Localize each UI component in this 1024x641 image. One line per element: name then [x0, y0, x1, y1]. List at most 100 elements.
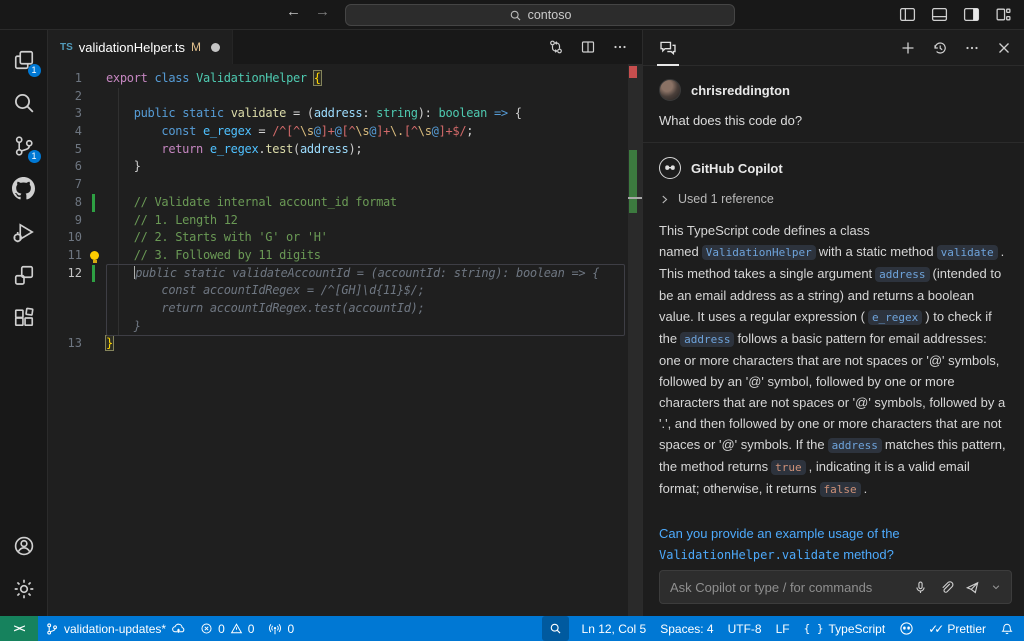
encoding-item[interactable]: UTF-8 [721, 616, 769, 641]
remote-indicator[interactable]: >< [0, 616, 38, 641]
code-line[interactable]: 10 // 2. Starts with 'G' or 'H' [48, 229, 642, 247]
chat-tab[interactable] [655, 30, 681, 66]
bell-icon [1000, 622, 1014, 636]
git-branch-icon [45, 622, 59, 636]
close-icon[interactable] [996, 40, 1012, 56]
line-number: 13 [48, 335, 88, 353]
line-number: 9 [48, 212, 88, 230]
copilot-icon [899, 621, 914, 636]
problems-item[interactable]: 0 0 [193, 616, 261, 641]
more-actions-icon[interactable] [964, 40, 980, 56]
activity-run-debug[interactable] [0, 210, 48, 253]
send-icon[interactable] [965, 580, 980, 595]
attach-icon[interactable] [939, 580, 954, 595]
indentation-item[interactable]: Spaces: 4 [653, 616, 720, 641]
code-line[interactable]: 8 // Validate internal account_id format [48, 194, 642, 212]
code-line[interactable]: const accountIdRegex = /^[GH]\d{11}$/; [48, 282, 642, 300]
line-number: 8 [48, 194, 88, 212]
customize-layout-icon[interactable] [995, 6, 1012, 23]
back-button[interactable]: ← [286, 3, 301, 20]
comment-discussion-icon [659, 39, 677, 57]
line-number: 10 [48, 229, 88, 247]
search-icon [12, 91, 36, 115]
line-number [48, 318, 88, 336]
code-line[interactable]: 12 public static validateAccountId = (ac… [48, 265, 642, 283]
error-icon [200, 622, 213, 635]
copilot-status-item[interactable] [892, 616, 921, 641]
chat-input[interactable] [670, 580, 901, 595]
chat-panel-header [643, 30, 1024, 66]
code-line[interactable]: 9 // 1. Length 12 [48, 212, 642, 230]
used-references-toggle[interactable]: Used 1 reference [659, 192, 1008, 206]
line-number: 7 [48, 176, 88, 194]
forward-button[interactable]: → [315, 3, 330, 20]
search-value: contoso [528, 8, 572, 22]
chat-user-request: chrisreddington What does this code do? [643, 66, 1024, 143]
activity-extensions[interactable] [0, 296, 48, 339]
overview-ruler-added-mark [629, 150, 637, 213]
chevron-down-icon[interactable] [991, 582, 1001, 592]
more-actions-icon[interactable] [612, 39, 628, 55]
editor-scrollbar[interactable] [628, 64, 642, 616]
line-number: 4 [48, 123, 88, 141]
code-line[interactable]: 5 return e_regex.test(address); [48, 141, 642, 159]
ports-item[interactable]: 0 [261, 616, 301, 641]
activity-source-control[interactable]: 1 [0, 124, 48, 167]
tab-validationhelper-ts[interactable]: TS validationHelper.ts M [48, 30, 233, 64]
command-center-search[interactable]: contoso [345, 4, 735, 26]
new-chat-icon[interactable] [900, 40, 916, 56]
inline-code-chip: address [875, 267, 929, 282]
code-line[interactable]: 2 [48, 88, 642, 106]
code-editor[interactable]: 1export class ValidationHelper {23 publi… [48, 64, 642, 616]
remote-icon: >< [14, 623, 25, 635]
code-line[interactable]: 3 public static validate = (address: str… [48, 105, 642, 123]
toggle-panel-icon[interactable] [931, 6, 948, 23]
branch-item[interactable]: validation-updates* [38, 616, 193, 641]
activity-bar: 1 1 [0, 30, 48, 616]
unsaved-changes-dot[interactable] [211, 43, 220, 52]
activity-remote-explorer[interactable] [0, 253, 48, 296]
followup-suggestion-link[interactable]: Can you provide an example usage of the … [659, 523, 1008, 566]
notifications-bell[interactable] [993, 616, 1024, 641]
cursor-position-item[interactable]: Ln 12, Col 5 [575, 616, 654, 641]
inline-code-chip: ValidationHelper [702, 245, 816, 260]
formatter-item[interactable]: ✓✓ Prettier [921, 616, 993, 641]
settings-button[interactable] [0, 567, 48, 610]
inline-code-chip: false [820, 482, 861, 497]
lightbulb-icon[interactable] [90, 251, 99, 260]
line-number: 11 [48, 247, 88, 265]
assistant-name: GitHub Copilot [691, 161, 783, 176]
extensions-icon [12, 306, 36, 330]
history-icon[interactable] [932, 40, 948, 56]
code-line[interactable]: 11 // 3. Followed by 11 digits [48, 247, 642, 265]
used-references-label: Used 1 reference [678, 192, 774, 206]
search-icon [549, 622, 562, 635]
toggle-secondary-sidebar-icon[interactable] [963, 6, 980, 23]
editor-group: TS validationHelper.ts M 1export class V… [48, 30, 642, 616]
code-line[interactable]: } [48, 318, 642, 336]
activity-search[interactable] [0, 81, 48, 124]
copilot-answer: This TypeScript code defines a class nam… [659, 220, 1008, 500]
code-line[interactable]: 13} [48, 335, 642, 353]
line-number: 6 [48, 158, 88, 176]
tab-bar: TS validationHelper.ts M [48, 30, 642, 64]
language-mode-item[interactable]: { } TypeScript [797, 616, 893, 641]
split-editor-icon[interactable] [580, 39, 596, 55]
activity-github[interactable] [0, 167, 48, 210]
status-bar: >< validation-updates* 0 0 0 Ln 12, Col … [0, 616, 1024, 641]
microphone-icon[interactable] [913, 580, 928, 595]
eol-item[interactable]: LF [769, 616, 797, 641]
status-search-item[interactable] [542, 616, 569, 641]
activity-explorer[interactable]: 1 [0, 38, 48, 81]
code-line[interactable]: 4 const e_regex = /^[^\s@]+@[^\s@]+\.[^\… [48, 123, 642, 141]
code-line[interactable]: 1export class ValidationHelper { [48, 70, 642, 88]
open-changes-icon[interactable] [548, 39, 564, 55]
chat-input-box[interactable] [659, 570, 1012, 604]
code-line[interactable]: return accountIdRegex.test(accountId); [48, 300, 642, 318]
code-line[interactable]: 6 } [48, 158, 642, 176]
toggle-primary-sidebar-icon[interactable] [899, 6, 916, 23]
double-check-icon: ✓✓ [928, 622, 940, 636]
chat-assistant-response: GitHub Copilot Used 1 reference This Typ… [643, 143, 1024, 566]
account-button[interactable] [0, 524, 48, 567]
code-line[interactable]: 7 [48, 176, 642, 194]
